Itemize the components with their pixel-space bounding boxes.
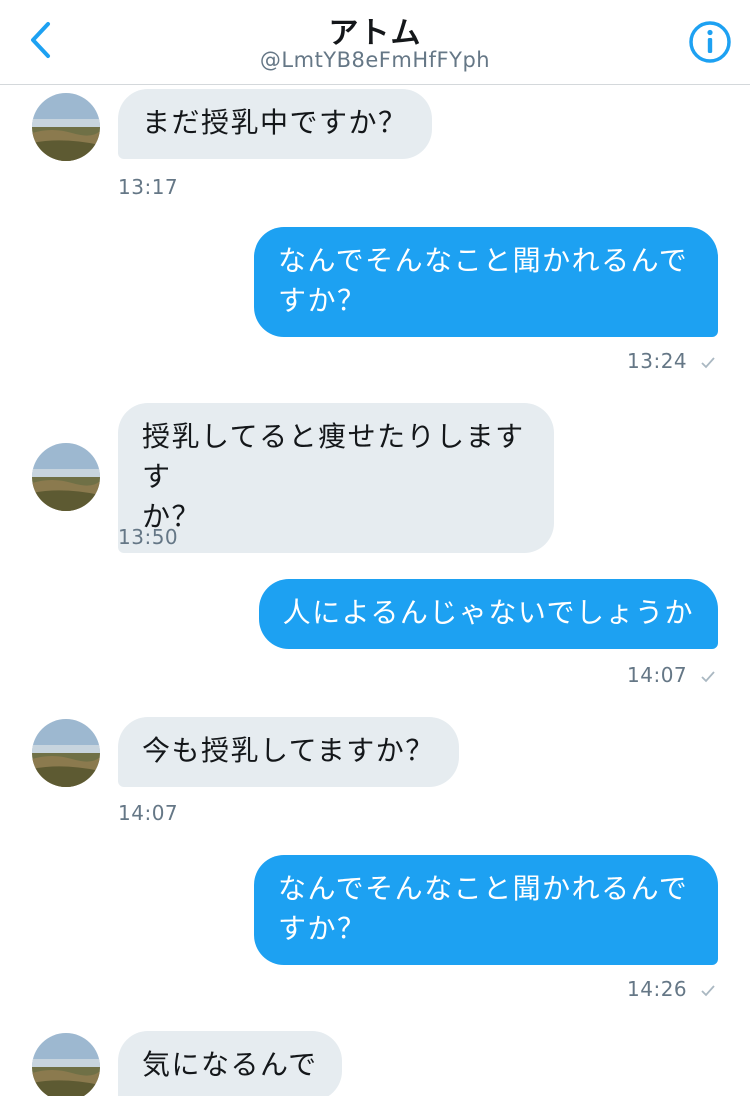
checkmark-icon — [701, 356, 715, 368]
avatar[interactable] — [32, 93, 100, 161]
avatar-image — [32, 443, 100, 511]
message-bubble-incoming[interactable]: 気になるんで — [118, 1031, 342, 1096]
message-bubble-outgoing[interactable]: 人によるんじゃないでしょうか — [258, 579, 718, 649]
avatar[interactable] — [32, 443, 100, 511]
message-timestamp: 14:26 — [627, 977, 688, 1001]
avatar-image — [32, 93, 100, 161]
message-list[interactable]: まだ授乳中ですか？ 13:17 なんでそんなこと聞かれるんで すか？ 13:24… — [0, 85, 750, 1096]
conversation-header: アトム @LmtYB8eFmHfFYph — [0, 0, 750, 85]
conversation-handle: @LmtYB8eFmHfFYph — [259, 48, 491, 72]
checkmark-icon — [701, 670, 715, 682]
message-bubble-outgoing[interactable]: なんでそんなこと聞かれるんで すか？ — [254, 227, 718, 337]
message-timestamp: 13:17 — [118, 175, 179, 199]
message-bubble-outgoing[interactable]: なんでそんなこと聞かれるんで すか？ — [254, 855, 718, 965]
message-timestamp-row: 14:26 — [627, 977, 716, 1001]
avatar[interactable] — [32, 1033, 100, 1096]
message-bubble-incoming[interactable]: 授乳してると痩せたりしますす か？ — [118, 403, 554, 553]
message-timestamp: 13:24 — [627, 349, 688, 373]
info-button[interactable] — [686, 18, 734, 66]
conversation-title: アトム — [328, 16, 422, 51]
message-timestamp-row: 14:07 — [627, 663, 716, 687]
message-timestamp: 14:07 — [118, 801, 179, 825]
avatar[interactable] — [32, 719, 100, 787]
avatar-image — [32, 1033, 100, 1096]
message-bubble-incoming[interactable]: まだ授乳中ですか？ — [118, 89, 432, 159]
message-timestamp: 14:07 — [627, 663, 688, 687]
info-circle-icon — [689, 21, 731, 63]
checkmark-icon — [701, 984, 715, 996]
avatar-image — [32, 719, 100, 787]
message-bubble-incoming[interactable]: 今も授乳してますか？ — [118, 717, 459, 787]
dm-conversation-screen: アトム @LmtYB8eFmHfFYph まだ授乳中ですか？ 13:17 なんで… — [0, 0, 750, 1096]
message-timestamp-row: 13:24 — [627, 349, 716, 373]
message-timestamp: 13:50 — [118, 525, 179, 549]
